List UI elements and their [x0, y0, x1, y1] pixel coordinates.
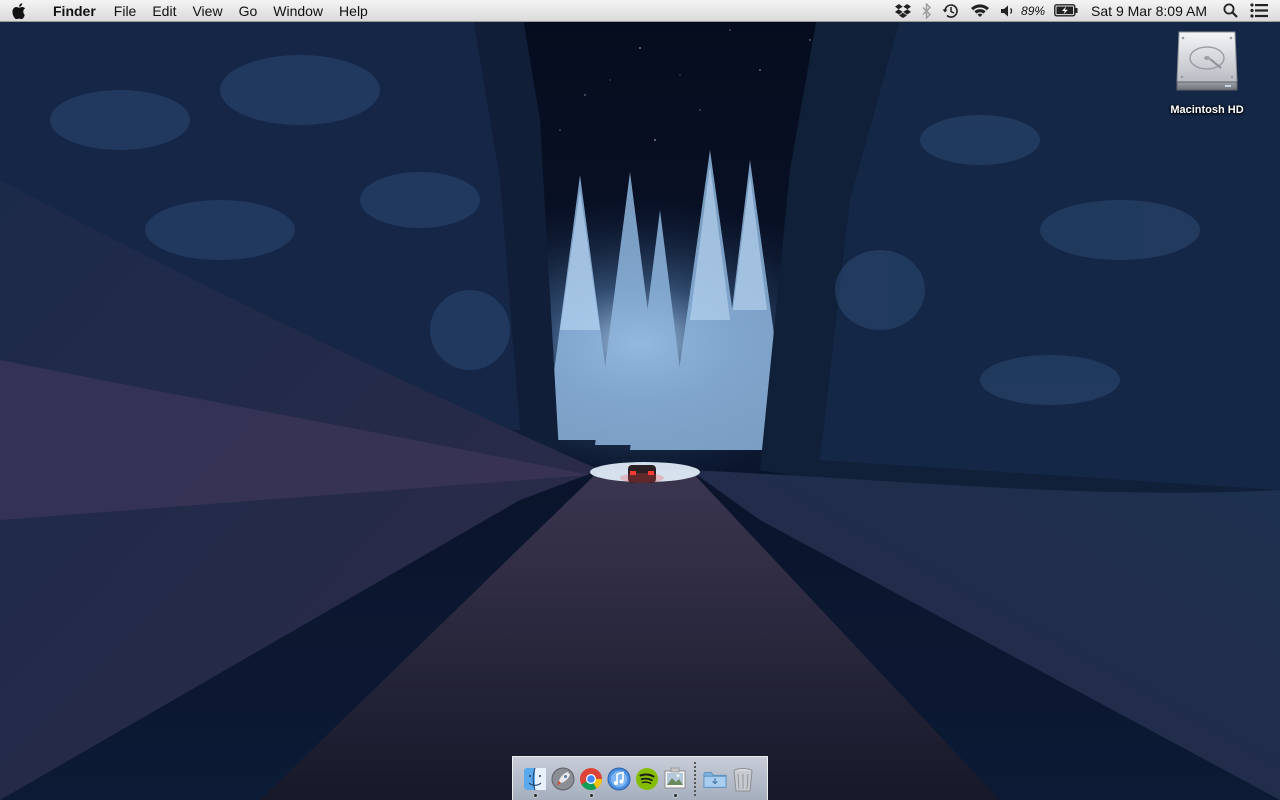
menu-view[interactable]: View [184, 0, 230, 22]
battery-percentage[interactable]: 89% [1021, 4, 1049, 18]
running-indicator [533, 793, 537, 797]
dock-item-google-chrome[interactable] [579, 761, 603, 797]
bluetooth-icon[interactable] [917, 0, 937, 22]
dock-item-spotify[interactable] [635, 761, 659, 797]
dock [512, 756, 768, 800]
dock-item-downloads-folder[interactable] [703, 761, 727, 797]
menu-file[interactable]: File [106, 0, 145, 22]
desktop-wallpaper [0, 0, 1280, 800]
finder-icon [524, 767, 546, 790]
menu-window[interactable]: Window [265, 0, 331, 22]
launchpad-icon [551, 767, 575, 790]
hard-drive-icon [1176, 31, 1238, 91]
menu-help[interactable]: Help [331, 0, 376, 22]
itunes-icon [607, 767, 631, 790]
desktop-icon-label: Macintosh HD [1170, 104, 1244, 116]
preview-icon [664, 767, 686, 788]
dock-separator [694, 761, 696, 796]
volume-icon[interactable] [995, 0, 1021, 22]
menu-clock[interactable]: Sat 9 Mar 8:09 AM [1083, 3, 1215, 19]
menu-edit[interactable]: Edit [144, 0, 184, 22]
dock-item-preview[interactable] [663, 761, 687, 797]
dock-item-itunes[interactable] [607, 761, 631, 797]
dropbox-icon[interactable] [889, 0, 917, 22]
folder-icon [703, 771, 727, 788]
desktop-icon-macintosh-hd[interactable]: Macintosh HD [1162, 30, 1252, 116]
time-machine-icon[interactable] [937, 0, 965, 22]
menu-go[interactable]: Go [231, 0, 266, 22]
menu-bar: Finder File Edit View Go Window Help 89%… [0, 0, 1280, 22]
spotlight-search-icon[interactable] [1215, 0, 1246, 22]
running-indicator [673, 793, 677, 797]
notification-center-icon[interactable] [1246, 0, 1280, 22]
wifi-icon[interactable] [965, 0, 995, 22]
menu-extras: 89% Sat 9 Mar 8:09 AM [889, 0, 1280, 22]
chrome-icon [580, 767, 602, 790]
running-indicator [589, 793, 593, 797]
menu-app-finder[interactable]: Finder [38, 3, 106, 19]
spotify-icon [636, 767, 658, 790]
apple-logo-icon[interactable] [0, 0, 38, 22]
battery-charging-icon[interactable] [1049, 0, 1083, 22]
dock-item-finder[interactable] [523, 761, 547, 797]
trash-icon [733, 767, 753, 791]
dock-item-trash[interactable] [731, 761, 755, 797]
dock-item-launchpad[interactable] [551, 761, 575, 797]
